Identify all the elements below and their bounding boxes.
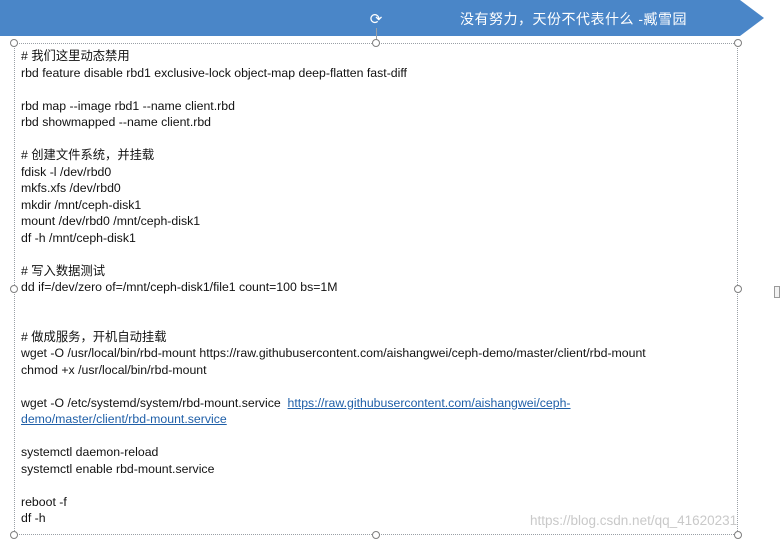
scroll-marker[interactable] bbox=[774, 286, 780, 298]
resize-handle-bottom-right[interactable] bbox=[734, 531, 742, 539]
command-line: systemctl enable rbd-mount.service bbox=[21, 461, 215, 476]
wget-service-command: wget -O /etc/systemd/system/rbd-mount.se… bbox=[21, 395, 281, 410]
resize-handle-middle-right[interactable] bbox=[734, 285, 742, 293]
watermark-text: https://blog.csdn.net/qq_41620231 bbox=[530, 513, 738, 528]
comment-line: # 做成服务，开机自动挂载 bbox=[21, 329, 167, 344]
command-line: wget -O /usr/local/bin/rbd-mount https:/… bbox=[21, 346, 646, 360]
command-line: wget -O /etc/systemd/system/rbd-mount.se… bbox=[21, 395, 735, 412]
command-line: systemctl daemon-reload bbox=[21, 445, 159, 459]
command-line: mkdir /mnt/ceph-disk1 bbox=[21, 197, 142, 212]
resize-handle-top-left[interactable] bbox=[10, 39, 18, 47]
resize-handle-bottom-left[interactable] bbox=[10, 531, 18, 539]
banner-title: 没有努力，天份不代表什么 -臧雪园 bbox=[460, 11, 688, 27]
command-line: mount /dev/rbd0 /mnt/ceph-disk1 bbox=[21, 214, 201, 228]
command-line: rbd map --image rbd1 --name client.rbd bbox=[21, 98, 235, 113]
command-line: rbd showmapped --name client.rbd bbox=[21, 115, 212, 129]
command-line: df -h /mnt/ceph-disk1 bbox=[21, 230, 136, 245]
resize-handle-top-middle[interactable] bbox=[372, 39, 380, 47]
command-line: mkfs.xfs /dev/rbd0 bbox=[21, 181, 121, 195]
service-file-link[interactable]: https://raw.githubusercontent.com/aishan… bbox=[288, 396, 571, 410]
comment-line: # 写入数据测试 bbox=[21, 263, 106, 278]
resize-handle-bottom-middle[interactable] bbox=[372, 531, 380, 539]
comment-line: # 我们这里动态禁用 bbox=[21, 49, 130, 63]
rotate-icon[interactable]: ⟳ bbox=[368, 11, 384, 27]
command-line: chmod +x /usr/local/bin/rbd-mount bbox=[21, 362, 207, 377]
resize-handle-top-right[interactable] bbox=[734, 39, 742, 47]
comment-line: # 创建文件系统，并挂载 bbox=[21, 148, 155, 162]
command-line: dd if=/dev/zero of=/mnt/ceph-disk1/file1… bbox=[21, 280, 338, 294]
service-file-link-continued[interactable]: demo/master/client/rbd-mount.service bbox=[21, 412, 227, 426]
resize-handle-middle-left[interactable] bbox=[10, 285, 18, 293]
command-line: fdisk -l /dev/rbd0 bbox=[21, 164, 112, 179]
command-line: rbd feature disable rbd1 exclusive-lock … bbox=[21, 65, 407, 80]
command-line-continued: demo/master/client/rbd-mount.service bbox=[21, 411, 735, 428]
text-content[interactable]: # 我们这里动态禁用 rbd feature disable rbd1 excl… bbox=[21, 48, 735, 527]
command-line: reboot -f bbox=[21, 494, 67, 509]
